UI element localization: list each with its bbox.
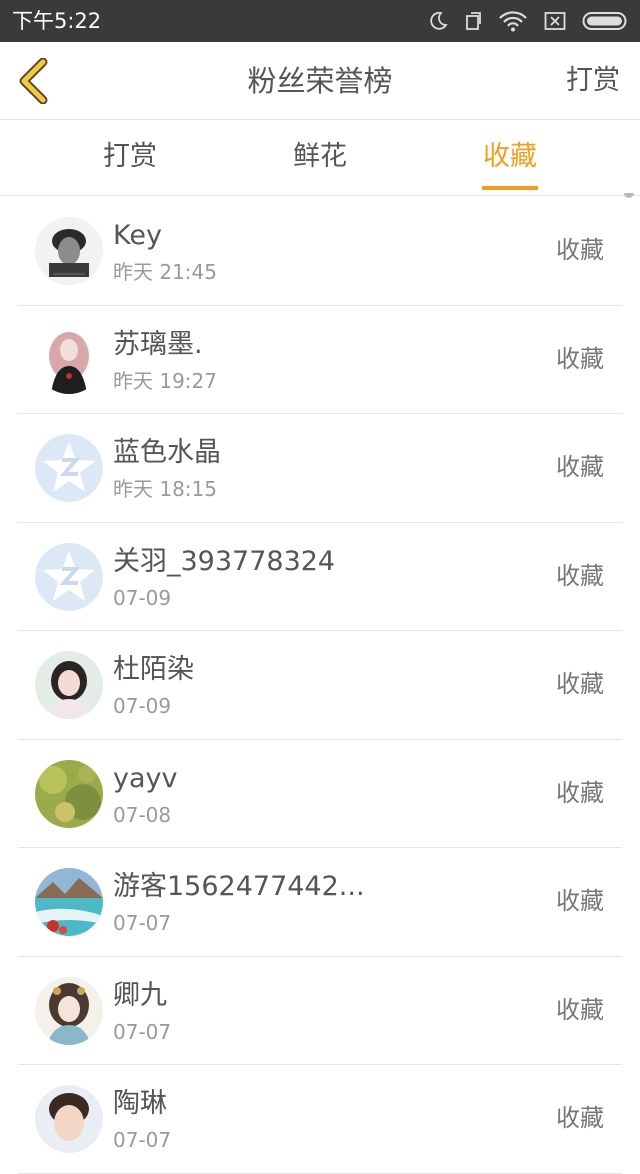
fan-action: 收藏 [556, 1104, 604, 1132]
list-item[interactable]: 游客1562477442... 07-07 收藏 [18, 848, 622, 957]
avatar [35, 759, 103, 828]
fan-time: 07-08 [113, 802, 172, 827]
fan-action: 收藏 [556, 236, 604, 264]
fan-time: 昨天 19:27 [113, 368, 217, 393]
avatar [35, 868, 103, 936]
fan-name: 杜陌染 [113, 654, 194, 685]
list-item[interactable]: yayv 07-08 收藏 [18, 740, 622, 848]
fan-time: 昨天 21:45 [113, 260, 217, 284]
avatar [35, 651, 103, 719]
avatar [35, 542, 103, 611]
tab-flowers[interactable]: 鲜花 [250, 140, 390, 174]
fan-time: 07-09 [113, 694, 172, 718]
list-item[interactable]: 杜陌染 07-09 收藏 [18, 631, 622, 740]
sim-icon [544, 12, 566, 30]
fan-action: 收藏 [556, 778, 604, 807]
rotate-lock-icon [466, 12, 481, 30]
avatar [35, 1085, 103, 1153]
fan-time: 07-07 [113, 1128, 172, 1152]
fan-name: yayv [113, 762, 178, 794]
list-item[interactable]: Key 昨天 21:45 收藏 [18, 197, 622, 306]
active-tab-indicator [482, 186, 538, 190]
fan-name: 游客1562477442... [113, 871, 365, 902]
status-time: 下午5:22 [12, 9, 102, 33]
nav-bar: 粉丝荣誉榜 打赏 [0, 42, 640, 120]
list-item[interactable]: 关羽_393778324 07-09 收藏 [18, 523, 622, 631]
fan-action: 收藏 [556, 561, 604, 590]
page-title: 粉丝荣誉榜 [247, 64, 393, 98]
list-item[interactable]: 卿九 07-07 收藏 [18, 957, 622, 1065]
reward-button[interactable]: 打赏 [566, 64, 620, 98]
fan-name: 陶琳 [113, 1088, 167, 1119]
fan-action: 收藏 [556, 887, 604, 915]
avatar [35, 325, 103, 394]
list-item[interactable]: 苏璃墨. 昨天 19:27 收藏 [18, 306, 622, 414]
tab-reward[interactable]: 打赏 [60, 140, 200, 174]
battery-icon [582, 12, 627, 30]
fan-action: 收藏 [556, 670, 604, 698]
avatar [35, 217, 103, 285]
fan-time: 昨天 18:15 [113, 477, 217, 501]
fan-name: 苏璃墨. [113, 328, 203, 360]
fan-action: 收藏 [556, 995, 604, 1024]
fan-name: 关羽_393778324 [113, 545, 336, 577]
fan-time: 07-07 [113, 911, 172, 935]
fan-name: Key [113, 220, 162, 251]
moon-icon [430, 11, 448, 30]
wifi-icon [499, 11, 527, 32]
avatar [35, 976, 103, 1045]
fan-time: 07-07 [113, 1019, 172, 1044]
status-icons [428, 9, 628, 33]
status-bar: 下午5:22 [0, 0, 640, 42]
fan-action: 收藏 [556, 344, 604, 373]
tab-favorites[interactable]: 收藏 [440, 140, 580, 174]
tab-bar: 打赏 鲜花 收藏 [0, 120, 640, 196]
fan-time: 07-09 [113, 585, 172, 610]
scroll-indicator [624, 193, 634, 198]
list-item[interactable]: 陶琳 07-07 收藏 [18, 1065, 622, 1174]
fan-name: 卿九 [113, 979, 167, 1011]
fan-action: 收藏 [556, 453, 604, 481]
list-item[interactable]: 蓝色水晶 昨天 18:15 收藏 [18, 414, 622, 523]
fan-list: Key 昨天 21:45 收藏 苏璃墨. 昨天 19:27 收藏 蓝色水晶 昨天… [18, 197, 622, 1174]
fan-name: 蓝色水晶 [113, 437, 221, 468]
avatar [35, 434, 103, 502]
